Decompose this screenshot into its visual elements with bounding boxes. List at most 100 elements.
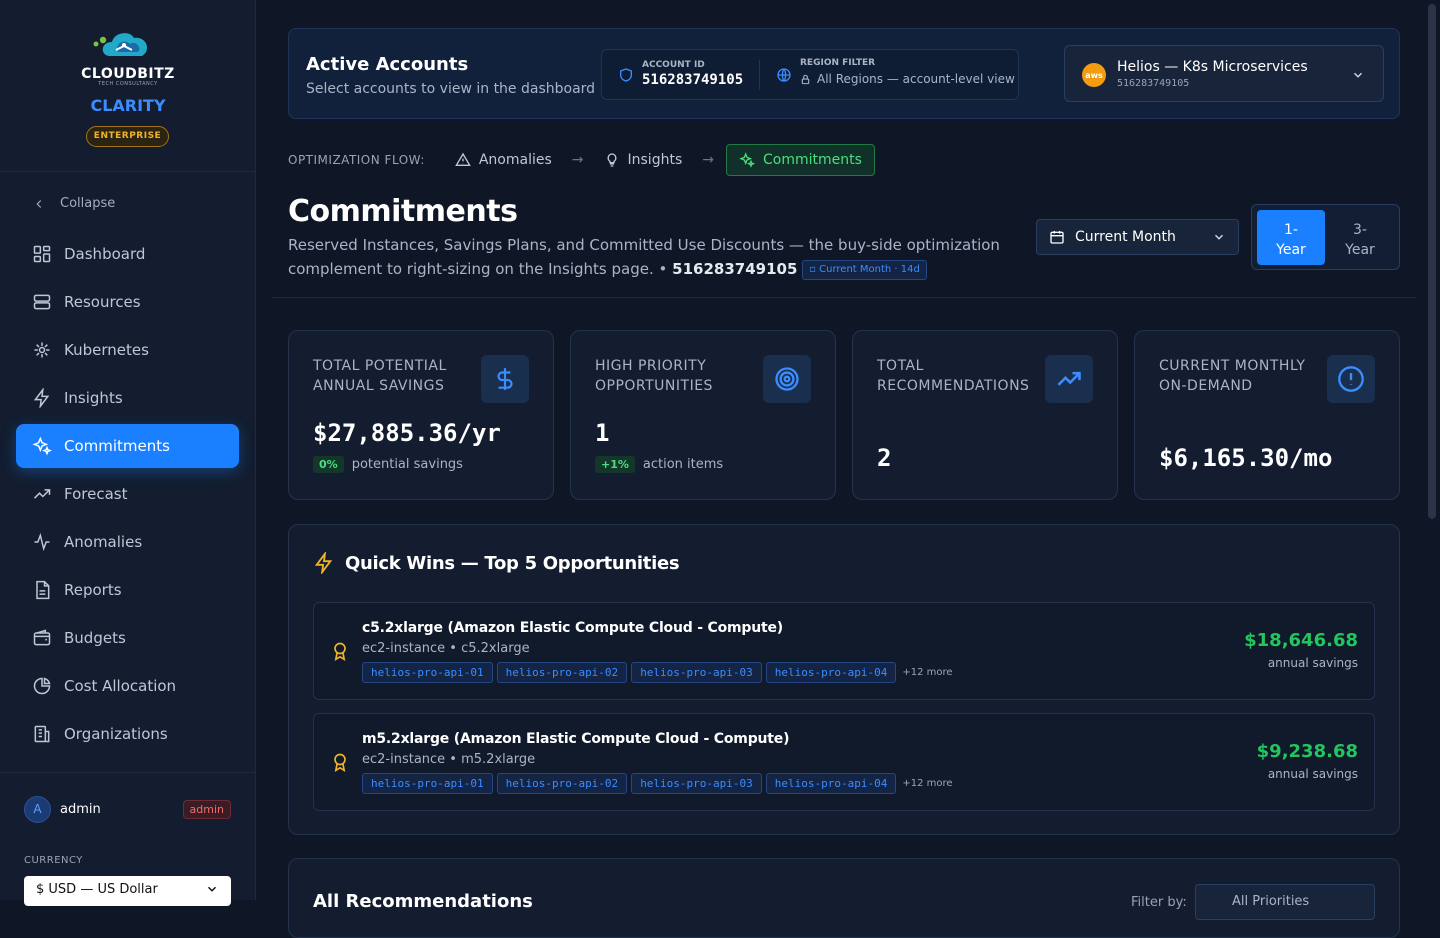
filter-label: Filter by: — [1131, 895, 1187, 910]
savings-amount: $9,238.68 — [1256, 741, 1358, 762]
resource-tag: helios-pro-api-01 — [362, 773, 493, 794]
shield-icon — [620, 68, 632, 82]
sidebar-item-organizations[interactable]: Organizations — [16, 712, 239, 756]
currency-label: CURRENCY — [24, 855, 83, 866]
resource-tag: helios-pro-api-04 — [765, 662, 897, 683]
calendar-icon: ▫ — [809, 263, 816, 275]
brand-name: CLOUDBITZ — [81, 66, 175, 82]
server-icon — [33, 294, 51, 310]
accounts-subtitle: Select accounts to view in the dashboard — [306, 81, 596, 97]
sidebar-item-dashboard[interactable]: Dashboard — [16, 232, 239, 276]
stat-note: action items — [642, 457, 724, 472]
sidebar-item-label: Kubernetes — [64, 341, 149, 359]
quick-wins-panel: Quick Wins — Top 5 Opportunities c5.2xla… — [288, 524, 1400, 835]
stat-sub: 0% potential savings — [313, 456, 463, 473]
stat-label: HIGH PRIORITY OPPORTUNITIES — [595, 358, 713, 394]
term-3-year-button[interactable]: 3- Year — [1326, 210, 1394, 265]
arrow-right-icon: → — [571, 152, 584, 168]
selected-account-id: 516283749105 — [1117, 78, 1190, 89]
sidebar-item-kubernetes[interactable]: Kubernetes — [16, 328, 239, 372]
sidebar-item-label: Forecast — [64, 485, 128, 503]
optimization-flow: OPTIMIZATION FLOW: Anomalies → Insights … — [288, 143, 875, 177]
tier-badge: ENTERPRISE — [86, 126, 169, 147]
sidebar-item-label: Dashboard — [64, 245, 146, 263]
resource-tags: helios-pro-api-01 helios-pro-api-02 heli… — [362, 662, 953, 683]
accounts-title: Active Accounts — [306, 54, 469, 75]
lightbulb-icon — [607, 153, 616, 167]
sidebar-item-label: Resources — [64, 293, 141, 311]
sidebar-item-commitments[interactable]: Commitments — [16, 424, 239, 468]
list-item[interactable]: c5.2xlarge (Amazon Elastic Compute Cloud… — [313, 602, 1375, 700]
stat-pct-badge: +1% — [595, 456, 635, 473]
sidebar-item-label: Reports — [64, 581, 122, 599]
resource-tag: helios-pro-api-01 — [362, 662, 493, 683]
stat-value: $6,165.30/mo — [1159, 444, 1333, 472]
award-icon — [334, 753, 346, 772]
sparkles-icon — [32, 436, 52, 456]
account-id-value: 516283749105 — [642, 72, 744, 88]
stat-value: 1 — [595, 419, 610, 447]
period-tag: ▫ Current Month · 14d — [802, 259, 927, 280]
arrow-right-icon: → — [702, 152, 714, 168]
sidebar-item-cost-allocation[interactable]: Cost Allocation — [16, 664, 239, 708]
stat-card-high-priority: HIGH PRIORITY OPPORTUNITIES 1 +1% action … — [570, 330, 836, 500]
chevron-down-icon — [207, 886, 217, 892]
scrollbar-thumb[interactable] — [1428, 4, 1436, 519]
active-accounts-panel: Active Accounts Select accounts to view … — [288, 28, 1400, 119]
sidebar-divider — [0, 772, 256, 773]
period-select[interactable]: Current Month — [1036, 219, 1239, 255]
item-name: c5.2xlarge (Amazon Elastic Compute Cloud… — [362, 620, 783, 636]
region-filter-value: All Regions — account-level view — [817, 72, 1015, 86]
main-content: Active Accounts Select accounts to view … — [256, 0, 1440, 938]
product-name: CLARITY — [90, 96, 166, 115]
stat-label: TOTAL RECOMMENDATIONS — [877, 358, 1030, 394]
flow-step-anomalies[interactable]: Anomalies — [455, 152, 552, 168]
sidebar-item-reports[interactable]: Reports — [16, 568, 239, 612]
account-id-label: ACCOUNT ID — [642, 60, 705, 70]
currency-select[interactable]: $ USD — US Dollar — [24, 876, 231, 906]
scrollbar[interactable] — [1424, 0, 1440, 900]
sidebar-nav: Dashboard Resources Kubernetes Insights … — [16, 232, 239, 760]
item-name: m5.2xlarge (Amazon Elastic Compute Cloud… — [362, 731, 790, 747]
flow-step-insights[interactable]: Insights — [604, 152, 683, 168]
chevron-down-icon — [1214, 234, 1224, 240]
stat-label: CURRENT MONTHLY ON-DEMAND — [1159, 358, 1306, 394]
target-icon — [763, 355, 811, 403]
pulse-icon — [34, 532, 50, 552]
kubernetes-icon — [34, 342, 50, 358]
flow-step-label: Insights — [627, 152, 683, 168]
sidebar-item-insights[interactable]: Insights — [16, 376, 239, 420]
lightning-icon — [33, 388, 50, 408]
lock-icon — [801, 74, 810, 85]
sidebar-item-forecast[interactable]: Forecast — [16, 472, 239, 516]
sidebar-item-anomalies[interactable]: Anomalies — [16, 520, 239, 564]
sidebar-item-resources[interactable]: Resources — [16, 280, 239, 324]
flow-step-commitments[interactable]: Commitments — [725, 144, 875, 176]
more-tags: +12 more — [902, 667, 953, 678]
cloud-logo-icon — [93, 33, 148, 56]
user-profile[interactable]: A admin admin — [24, 795, 231, 823]
list-item[interactable]: m5.2xlarge (Amazon Elastic Compute Cloud… — [313, 713, 1375, 811]
role-badge: admin — [182, 799, 231, 819]
account-selector[interactable]: aws Helios — K8s Microservices 516283749… — [1064, 45, 1384, 102]
warning-icon — [455, 152, 471, 166]
selected-account-name: Helios — K8s Microservices — [1117, 59, 1308, 75]
collapse-button[interactable]: Collapse — [32, 196, 115, 211]
sidebar-item-budgets[interactable]: Budgets — [16, 616, 239, 660]
bullet-separator: • — [658, 260, 673, 278]
wallet-icon — [33, 629, 51, 646]
building-icon — [34, 725, 50, 743]
sparkles-icon — [739, 152, 755, 168]
priority-filter-select[interactable]: All Priorities — [1195, 884, 1375, 920]
resource-tag: helios-pro-api-04 — [765, 773, 897, 794]
item-type: ec2-instance • c5.2xlarge — [362, 641, 530, 656]
resource-tag: helios-pro-api-03 — [631, 662, 762, 683]
stat-card-annual-savings: TOTAL POTENTIAL ANNUAL SAVINGS $27,885.3… — [288, 330, 554, 500]
award-icon — [334, 642, 346, 661]
region-filter-label: REGION FILTER — [800, 58, 876, 68]
page-account-id: 516283749105 — [672, 260, 798, 278]
sidebar-item-label: Commitments — [64, 437, 170, 455]
term-1-year-button[interactable]: 1- Year — [1257, 210, 1325, 265]
dashboard-icon — [33, 245, 51, 263]
quick-wins-title-text: Quick Wins — Top 5 Opportunities — [345, 552, 680, 574]
